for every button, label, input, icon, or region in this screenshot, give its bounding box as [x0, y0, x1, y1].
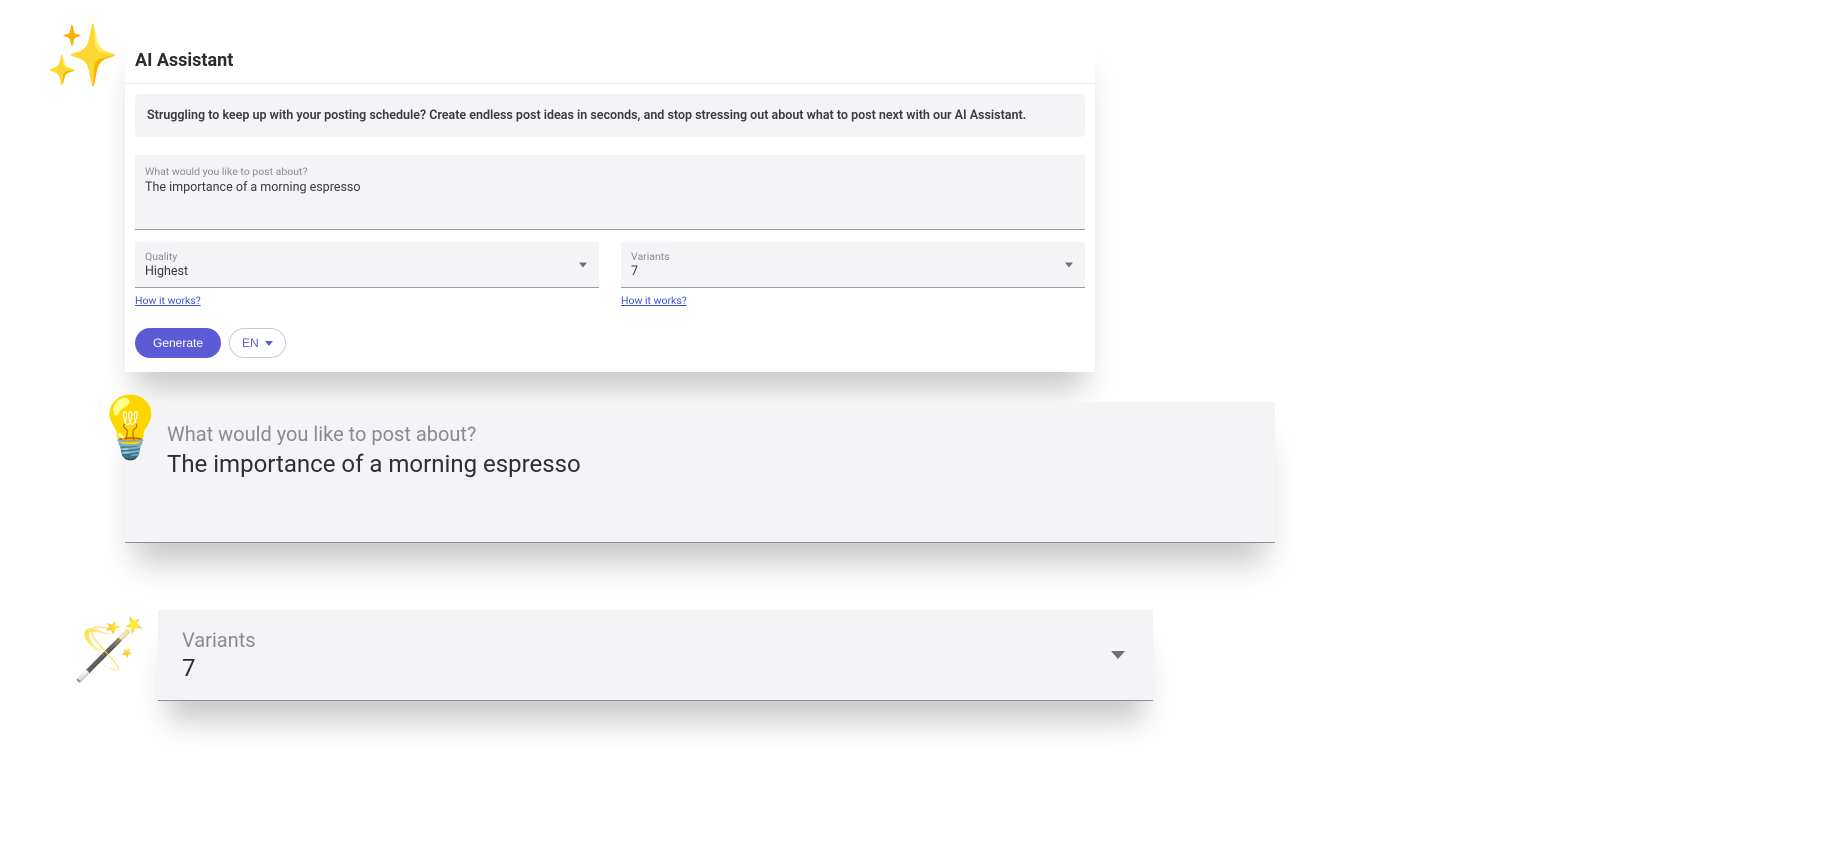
prompt-input-large-label: What would you like to post about? [167, 422, 1233, 446]
quality-select-label: Quality [145, 250, 589, 263]
language-button[interactable]: EN [229, 328, 286, 358]
info-banner: Struggling to keep up with your posting … [135, 94, 1085, 137]
prompt-input[interactable]: What would you like to post about? The i… [135, 155, 1085, 230]
quality-select[interactable]: Quality Highest [135, 242, 599, 288]
page-title: AI Assistant [125, 36, 1095, 83]
chevron-down-icon [579, 262, 587, 267]
prompt-input-large[interactable]: 💡 What would you like to post about? The… [125, 402, 1275, 543]
divider [125, 83, 1095, 84]
quality-column: Quality Highest How it works? [135, 242, 599, 308]
lightbulb-icon: 💡 [93, 398, 168, 458]
variants-select-large-value: 7 [182, 654, 1129, 682]
variants-select[interactable]: Variants 7 [621, 242, 1085, 288]
magic-wand-icon: 🪄 [72, 620, 147, 680]
generate-button[interactable]: Generate [135, 328, 221, 358]
variants-select-large-label: Variants [182, 628, 1129, 652]
variants-column: Variants 7 How it works? [621, 242, 1085, 308]
ai-assistant-card: ✨ AI Assistant Struggling to keep up wit… [125, 36, 1095, 372]
variants-select-large[interactable]: 🪄 Variants 7 [158, 610, 1153, 701]
sparkles-icon: ✨ [45, 26, 120, 86]
chevron-down-icon [265, 341, 273, 346]
actions-row: Generate EN [135, 328, 1085, 358]
language-button-label: EN [242, 336, 259, 350]
quality-select-value: Highest [145, 264, 589, 279]
prompt-input-label: What would you like to post about? [145, 165, 1075, 178]
variants-help-link[interactable]: How it works? [621, 294, 687, 307]
prompt-input-value: The importance of a morning espresso [145, 180, 1075, 195]
settings-row: Quality Highest How it works? Variants 7… [135, 242, 1085, 308]
chevron-down-icon [1111, 651, 1125, 659]
variants-select-label: Variants [631, 250, 1075, 263]
prompt-input-large-value: The importance of a morning espresso [167, 450, 1233, 478]
quality-help-link[interactable]: How it works? [135, 294, 201, 307]
variants-select-value: 7 [631, 264, 1075, 279]
chevron-down-icon [1065, 262, 1073, 267]
